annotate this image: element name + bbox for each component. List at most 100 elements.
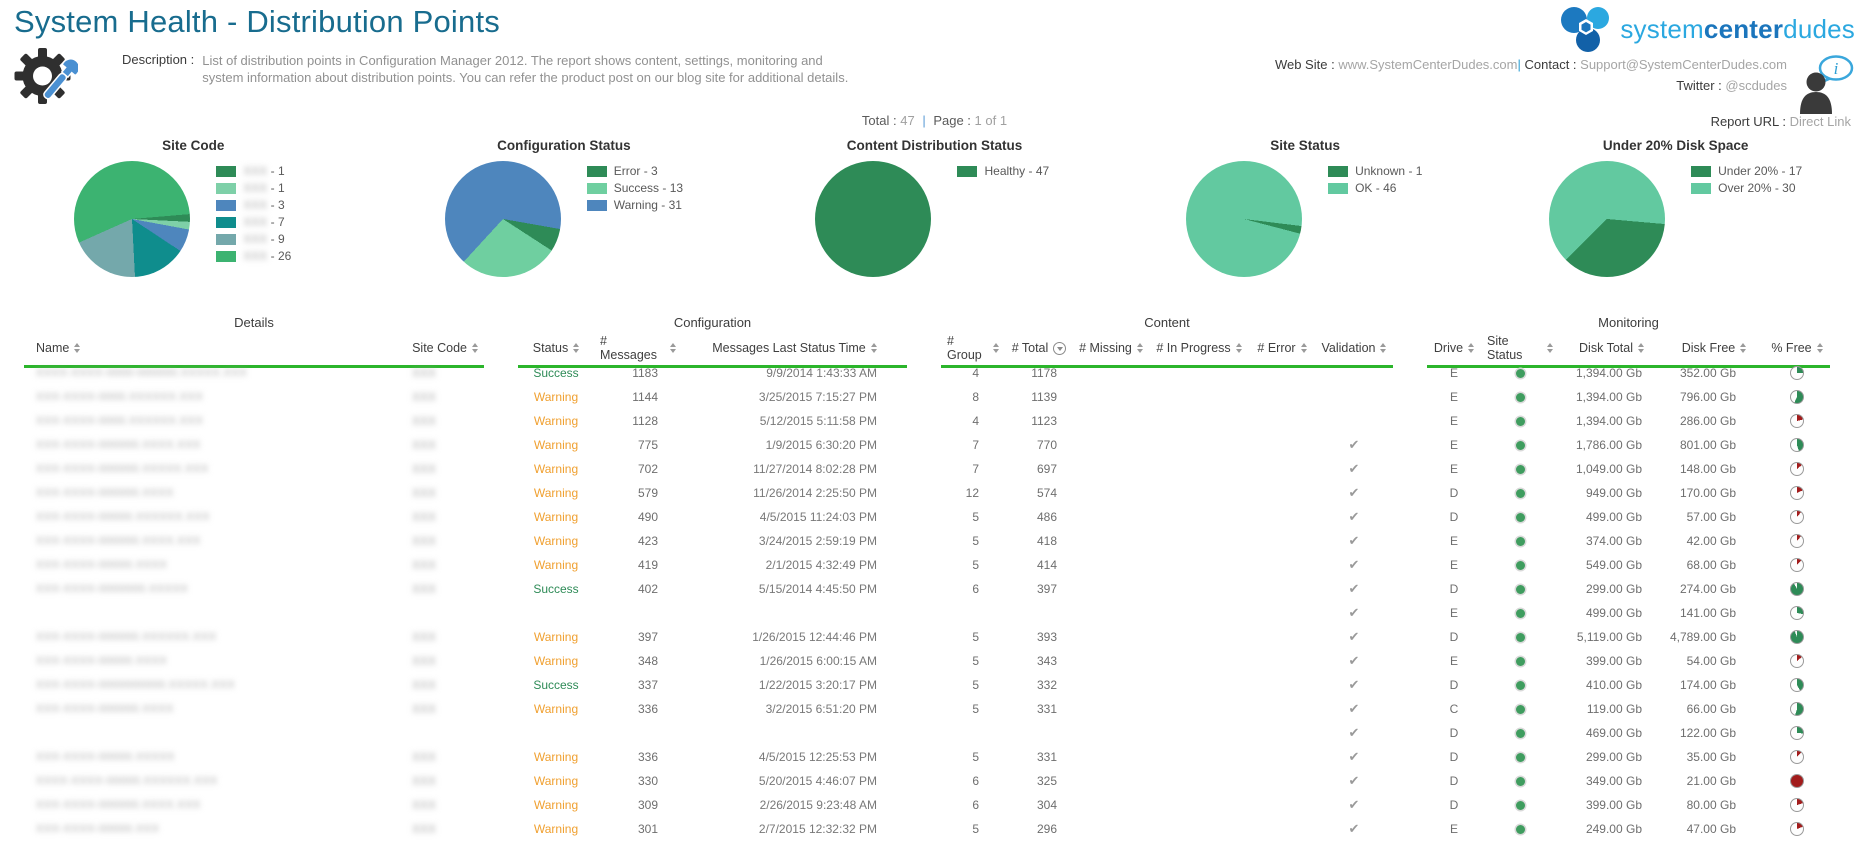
dp-disk-free: 148.00 Gb	[1679, 462, 1736, 476]
sort-icon[interactable]	[1468, 343, 1475, 353]
dp-site-code: XXX	[411, 822, 436, 836]
table-row[interactable]: XXX-XXXX-000000.XXXX.XXX XXX Warning 775…	[24, 433, 1839, 457]
report-url-link[interactable]: Direct Link	[1790, 114, 1851, 129]
table-row[interactable]: XXX-XXXX-00000.XXXXXX.XXX XXX Warning 49…	[24, 505, 1839, 529]
dp-group-count: 6	[972, 798, 979, 812]
legend-count: - 31	[657, 198, 682, 212]
validation-check-icon: ✔	[1348, 629, 1360, 644]
dp-site-code: XXX	[411, 558, 436, 572]
sort-icon[interactable]	[472, 343, 478, 353]
dp-last-status-time: 9/9/2014 1:43:33 AM	[766, 366, 877, 380]
dp-status: Warning	[533, 390, 579, 404]
sort-icon[interactable]	[670, 343, 676, 353]
table-row[interactable]: XXX-XXXX-0000000000.XXXXX.XXX XXX Succes…	[24, 673, 1839, 697]
dp-drive: D	[1449, 750, 1459, 764]
sort-icon[interactable]	[1380, 343, 1387, 353]
dp-disk-free: 68.00 Gb	[1686, 558, 1736, 572]
sort-icon[interactable]	[870, 343, 877, 353]
dp-group-count: 5	[972, 702, 979, 716]
dp-site-code: XXX	[411, 486, 436, 500]
dp-in-progress-count	[1149, 433, 1249, 457]
pct-free-pie-icon	[1764, 769, 1830, 793]
table-row[interactable]: XXX-XXXX-000000.XXXXX.XXX XXX Warning 70…	[24, 457, 1839, 481]
legend-swatch	[216, 234, 237, 245]
sort-icon[interactable]	[573, 343, 580, 353]
dp-total-count: 393	[1036, 630, 1057, 644]
table-row[interactable]: XXX-XXXX-000000.XXXX.XXX XXX Warning 309…	[24, 793, 1839, 817]
validation-check-icon: ✔	[1348, 821, 1360, 836]
sort-icon[interactable]	[1740, 343, 1747, 353]
dp-name: XXXX-XXXX-00000.XXXXXX.XXX	[36, 775, 218, 787]
dp-drive: E	[1449, 558, 1458, 572]
pct-free-pie-icon	[1764, 793, 1830, 817]
dp-last-status-time: 1/26/2015 12:44:46 PM	[752, 630, 877, 644]
legend-item: Unknown - 1	[1328, 165, 1424, 178]
legend-item: XXX - 3	[216, 199, 312, 212]
dp-name: XXX-XXXX-0000000.XXXXX	[36, 583, 189, 595]
legend-label: XXX	[243, 232, 268, 246]
site-status-dot-icon	[1481, 361, 1559, 385]
pct-free-pie-icon	[1764, 649, 1830, 673]
dp-last-status-time: 3/2/2015 6:51:20 PM	[765, 702, 877, 716]
dp-in-progress-count	[1149, 481, 1249, 505]
table-row[interactable]: XXX-XXXX-00000.XXX XXX Warning 301 2/7/2…	[24, 817, 1839, 841]
sort-icon[interactable]	[1547, 343, 1553, 353]
dp-site-code: XXX	[411, 654, 436, 668]
website-link[interactable]: www.SystemCenterDudes.com	[1338, 57, 1517, 72]
dp-error-count	[1249, 649, 1315, 673]
contact-link[interactable]: Support@SystemCenterDudes.com	[1580, 57, 1787, 72]
table-row[interactable]: XXXX-XXXX-0000-000000.XXXXX.XXX XXX Succ…	[24, 361, 1839, 385]
dp-last-status-time: 5/20/2015 4:46:07 PM	[758, 774, 877, 788]
dp-name: XXX-XXXX-00000.XXXX	[36, 655, 168, 667]
dp-group-count: 5	[972, 654, 979, 668]
dp-last-status-time: 11/27/2014 8:02:28 PM	[753, 462, 877, 476]
dp-in-progress-count	[1149, 721, 1249, 745]
dp-disk-free: 21.00 Gb	[1686, 774, 1736, 788]
dp-site-code	[364, 601, 484, 625]
dp-disk-total: 410.00 Gb	[1585, 678, 1642, 692]
dp-disk-total: 1,786.00 Gb	[1575, 438, 1642, 452]
dp-disk-total: 349.00 Gb	[1585, 774, 1642, 788]
table-row[interactable]: XXX-XXXX-0000.XXXXXX.XXX XXX Warning 114…	[24, 385, 1839, 409]
sort-icon[interactable]	[1637, 343, 1644, 353]
pct-free-pie-icon	[1764, 409, 1830, 433]
dp-name: XXX-XXXX-000000.XXXX	[36, 487, 174, 499]
legend-swatch	[1691, 166, 1712, 177]
sort-icon[interactable]	[993, 343, 999, 353]
dp-total-count: 296	[1036, 822, 1057, 836]
table-row[interactable]: ✔ E 499.00 Gb 141.00 Gb	[24, 601, 1839, 625]
dp-site-code: XXX	[411, 702, 436, 716]
table-row[interactable]: XXXX-XXXX-00000.XXXXXX.XXX XXX Warning 3…	[24, 769, 1839, 793]
dp-status: Warning	[533, 798, 579, 812]
sort-icon[interactable]	[1300, 343, 1307, 353]
table-row[interactable]: ✔ D 469.00 Gb 122.00 Gb	[24, 721, 1839, 745]
table-row[interactable]: XXX-XXXX-000000.XXXX.XXX XXX Warning 423…	[24, 529, 1839, 553]
sort-icon[interactable]	[1136, 343, 1143, 353]
dp-name: XXX-XXXX-000000.XXXXXX.XXX	[36, 631, 217, 643]
table-row[interactable]: XXX-XXXX-00000.XXXXX XXX Warning 336 4/5…	[24, 745, 1839, 769]
legend-item: XXX - 7	[216, 216, 312, 229]
dp-status: Success	[533, 582, 579, 596]
table-row[interactable]: XXX-XXXX-000000.XXXX XXX Warning 336 3/2…	[24, 697, 1839, 721]
table-row[interactable]: XXX-XXXX-000000.XXXXXX.XXX XXX Warning 3…	[24, 625, 1839, 649]
pct-free-pie-icon	[1764, 553, 1830, 577]
dp-last-status-time: 2/1/2015 4:32:49 PM	[765, 558, 877, 572]
table-row[interactable]: XXX-XXXX-00000.XXXX XXX Warning 348 1/26…	[24, 649, 1839, 673]
sort-icon[interactable]	[1816, 343, 1823, 353]
validation-check-icon: ✔	[1348, 653, 1360, 668]
legend-swatch	[957, 166, 978, 177]
dp-drive: D	[1449, 582, 1459, 596]
sort-desc-icon[interactable]	[1053, 341, 1067, 355]
dp-site-code: XXX	[411, 678, 436, 692]
table-row[interactable]: XXX-XXXX-00000.XXXX XXX Warning 419 2/1/…	[24, 553, 1839, 577]
dp-name: XXX-XXXX-000000.XXXX	[36, 703, 174, 715]
table-row[interactable]: XXX-XXXX-0000000.XXXXX XXX Success 402 5…	[24, 577, 1839, 601]
dp-messages: 402	[637, 582, 658, 596]
pagination-separator: |	[922, 113, 926, 128]
sort-icon[interactable]	[1235, 343, 1242, 353]
table-row[interactable]: XXX-XXXX-0000.XXXXXX.XXX XXX Warning 112…	[24, 409, 1839, 433]
table-row[interactable]: XXX-XXXX-000000.XXXX XXX Warning 579 11/…	[24, 481, 1839, 505]
sort-icon[interactable]	[74, 343, 81, 353]
dp-disk-total: 374.00 Gb	[1585, 534, 1642, 548]
twitter-link[interactable]: @scdudes	[1725, 78, 1787, 93]
